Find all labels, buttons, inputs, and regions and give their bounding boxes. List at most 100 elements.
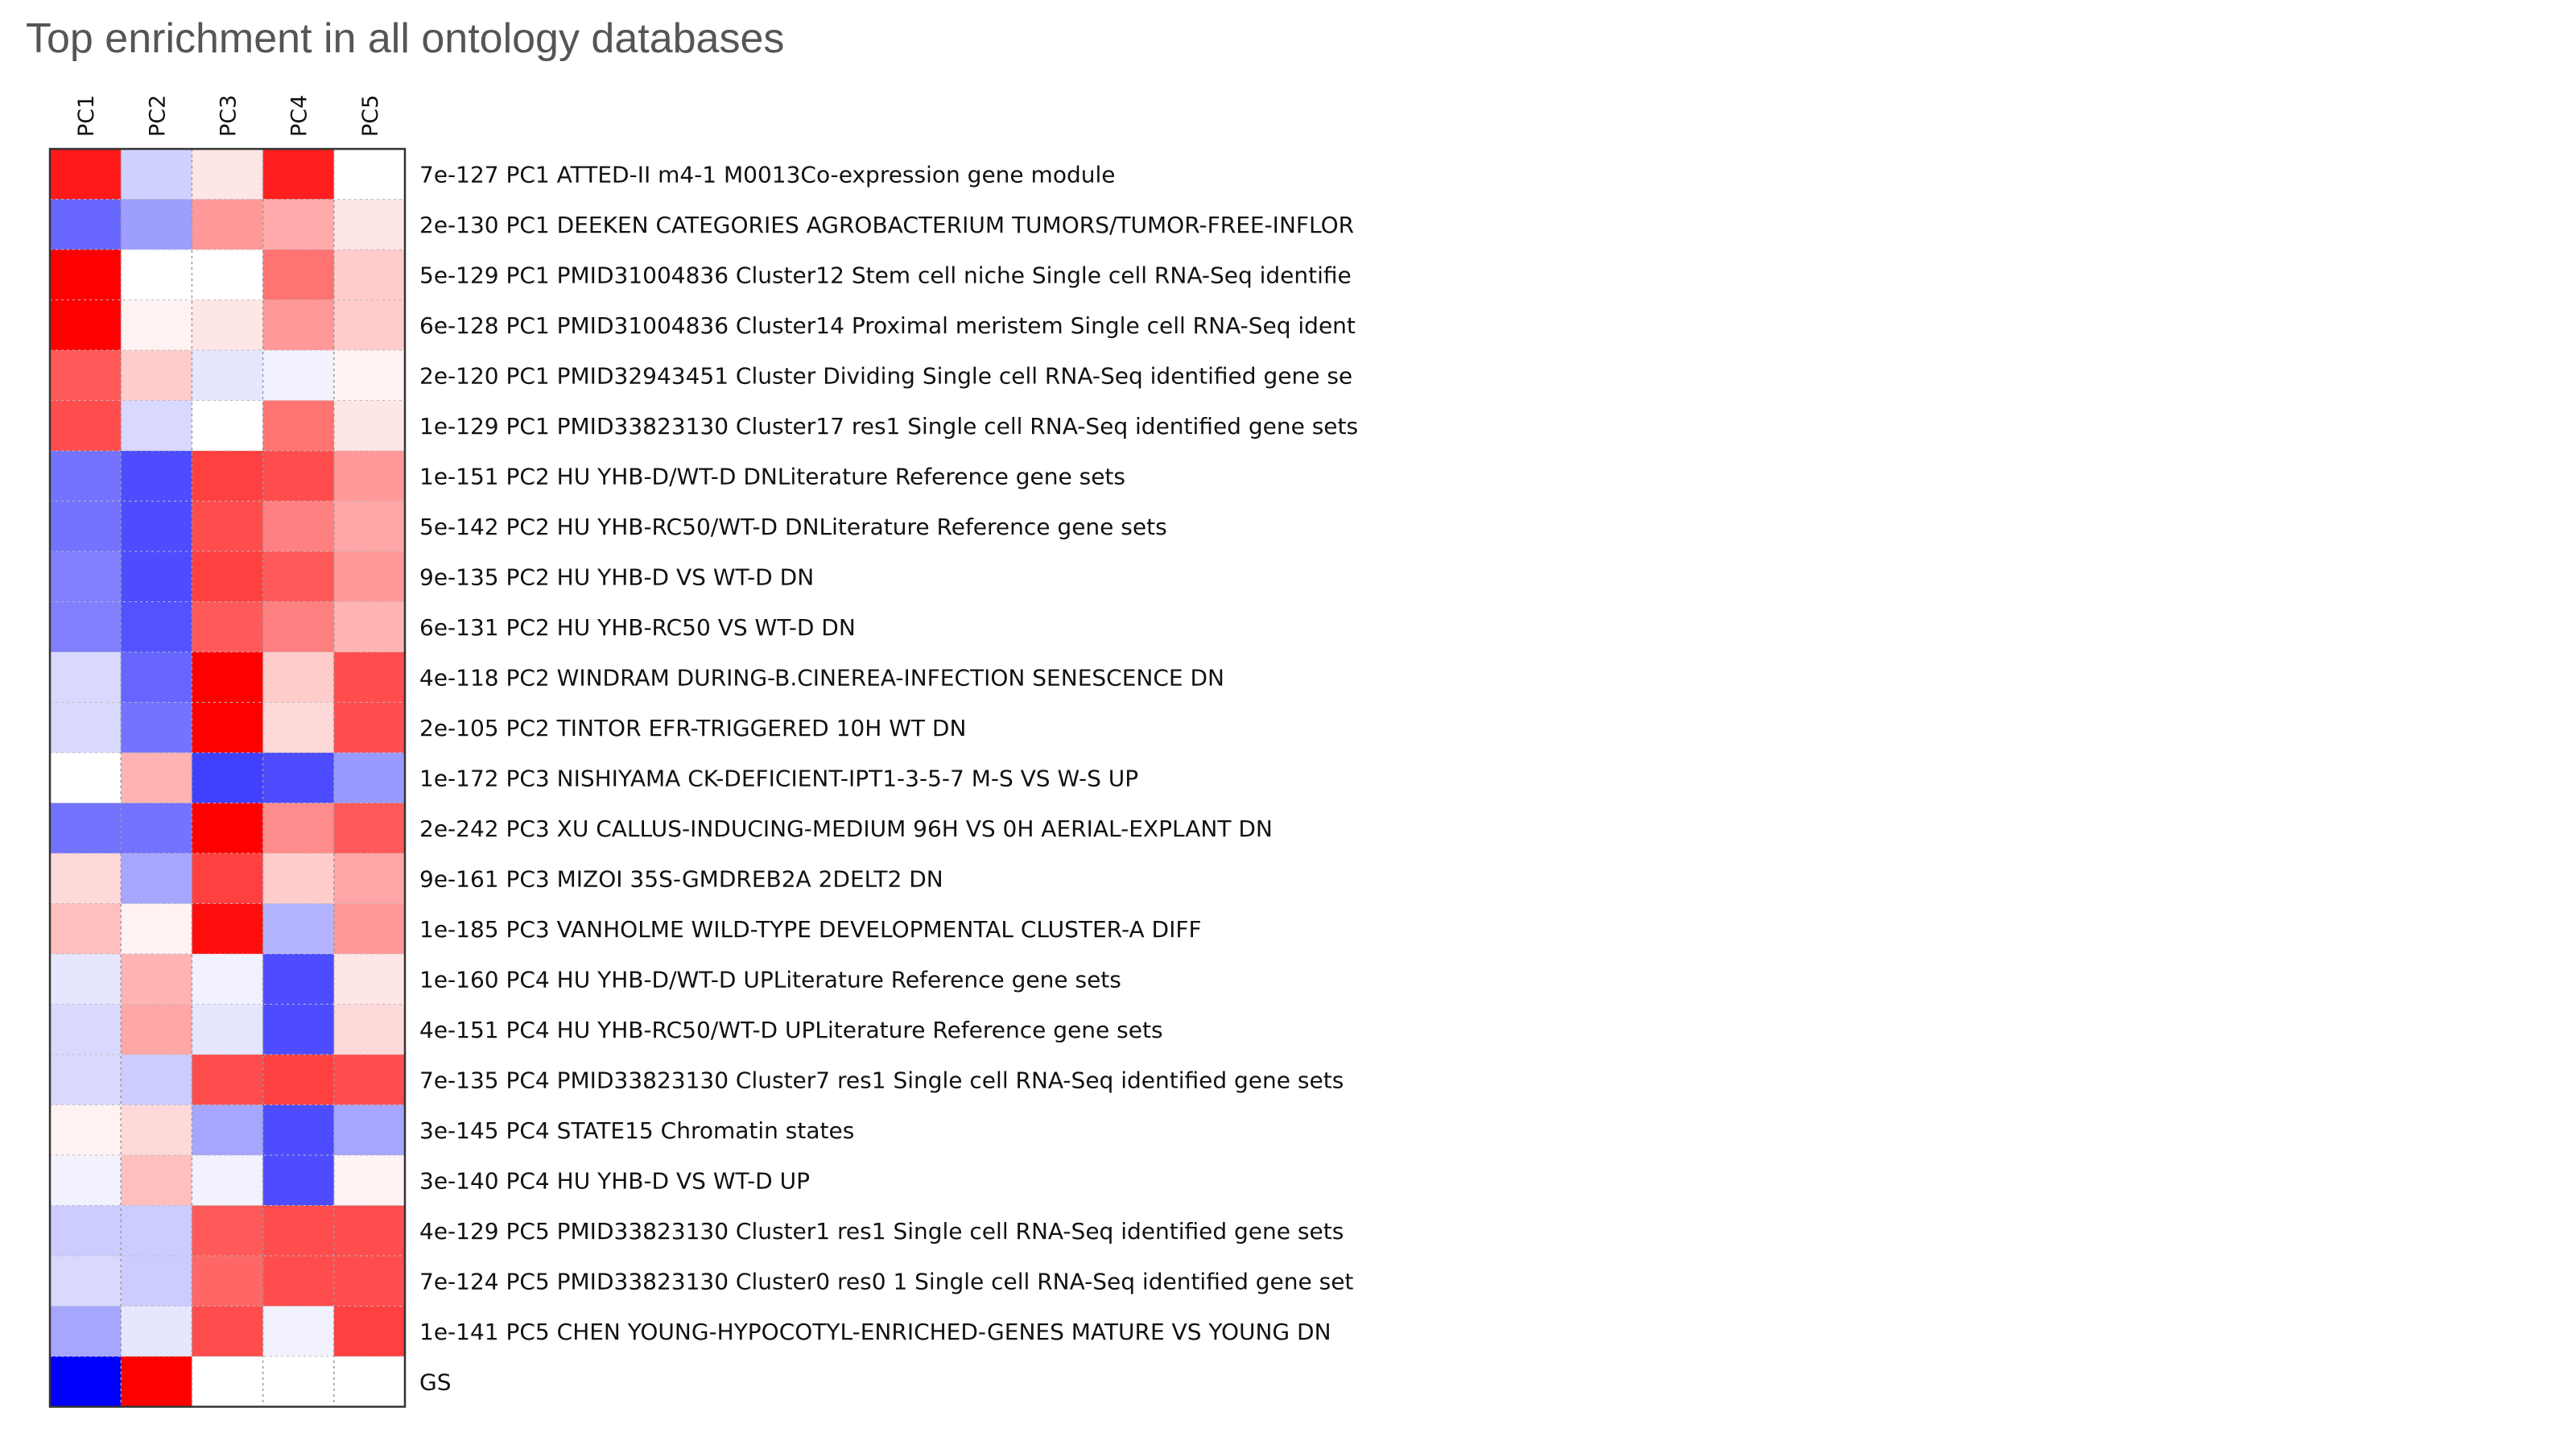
- heatmap-cell: [333, 1004, 406, 1055]
- heatmap-cell: [262, 1306, 335, 1357]
- heatmap-cell: [262, 652, 335, 703]
- row-label: 9e-161 PC3 MIZOI 35S-GMDREB2A 2DELT2 DN: [419, 865, 943, 892]
- heatmap-cell: [121, 299, 192, 351]
- row-label: 2e-105 PC2 TINTOR EFR-TRIGGERED 10H WT D…: [419, 715, 966, 741]
- heatmap-cell: [333, 299, 406, 351]
- heatmap-cell: [50, 1256, 122, 1307]
- heatmap-cell: [50, 1155, 122, 1206]
- heatmap-cell: [121, 1055, 192, 1105]
- row-label: 2e-120 PC1 PMID32943451 Cluster Dividing…: [419, 362, 1352, 389]
- heatmap-cell: [50, 1004, 122, 1055]
- heatmap-cell: [192, 551, 264, 602]
- heatmap-cell: [192, 350, 264, 401]
- heatmap-cell: [192, 199, 264, 250]
- heatmap-cell: [121, 702, 192, 753]
- heatmap-cell: [333, 350, 406, 401]
- heatmap-cell: [192, 149, 264, 200]
- heatmap-cell: [262, 451, 335, 502]
- row-label: 3e-145 PC4 STATE15 Chromatin states: [419, 1117, 854, 1144]
- heatmap-cell: [50, 803, 122, 854]
- row-label: 1e-160 PC4 HU YHB-D/WT-D UPLiterature Re…: [419, 966, 1121, 993]
- heatmap-cell: [192, 250, 264, 300]
- heatmap-cell: [262, 551, 335, 602]
- heatmap-cell: [121, 250, 192, 300]
- row-label: 5e-129 PC1 PMID31004836 Cluster12 Stem c…: [419, 262, 1352, 288]
- heatmap-cell: [121, 1155, 192, 1206]
- heatmap-cell: [262, 853, 335, 904]
- heatmap-cell: [333, 199, 406, 250]
- row-label: 2e-130 PC1 DEEKEN CATEGORIES AGROBACTERI…: [419, 212, 1354, 238]
- heatmap-cell: [262, 350, 335, 401]
- heatmap-cell: [262, 1205, 335, 1257]
- heatmap-cell: [262, 954, 335, 1005]
- heatmap-cell: [333, 1256, 406, 1307]
- heatmap-cell: [192, 400, 264, 452]
- heatmap-cell: [262, 1356, 335, 1407]
- heatmap-cell: [50, 199, 122, 250]
- heatmap-cell: [192, 501, 264, 552]
- heatmap-cells: [50, 149, 406, 1407]
- heatmap-cell: [192, 1004, 264, 1055]
- row-label: 7e-135 PC4 PMID33823130 Cluster7 res1 Si…: [419, 1067, 1344, 1093]
- heatmap-cell: [333, 551, 406, 602]
- heatmap-cell: [333, 1104, 406, 1156]
- heatmap-cell: [192, 601, 264, 653]
- heatmap-cell: [262, 501, 335, 552]
- column-label: PC5: [358, 95, 383, 137]
- heatmap-cell: [121, 350, 192, 401]
- heatmap-cell: [50, 551, 122, 602]
- heatmap-cell: [121, 853, 192, 904]
- heatmap-cell: [333, 1205, 406, 1257]
- heatmap-cell: [121, 149, 192, 200]
- heatmap-cell: [192, 1356, 264, 1407]
- heatmap-cell: [50, 1104, 122, 1156]
- column-label: PC1: [74, 95, 99, 137]
- heatmap-cell: [121, 551, 192, 602]
- heatmap-cell: [192, 753, 264, 803]
- row-label: 1e-129 PC1 PMID33823130 Cluster17 res1 S…: [419, 413, 1358, 440]
- heatmap-cell: [333, 1055, 406, 1105]
- heatmap-cell: [192, 1306, 264, 1357]
- heatmap-cell: [262, 400, 335, 452]
- heatmap-cell: [333, 1306, 406, 1357]
- heatmap-cell: [333, 954, 406, 1005]
- heatmap-cell: [50, 601, 122, 653]
- heatmap-cell: [121, 1104, 192, 1156]
- heatmap-cell: [50, 1055, 122, 1105]
- row-label: 1e-185 PC3 VANHOLME WILD-TYPE DEVELOPMEN…: [419, 916, 1202, 943]
- row-label: 5e-142 PC2 HU YHB-RC50/WT-D DNLiterature…: [419, 514, 1167, 540]
- heatmap-cell: [50, 400, 122, 452]
- heatmap-cell: [50, 501, 122, 552]
- heatmap-cell: [333, 451, 406, 502]
- heatmap-cell: [262, 149, 335, 200]
- heatmap-cell: [50, 451, 122, 502]
- heatmap-cell: [262, 601, 335, 653]
- column-label: PC3: [217, 95, 242, 137]
- heatmap-cell: [262, 1256, 335, 1307]
- heatmap-cell: [333, 903, 406, 955]
- heatmap-cell: [333, 601, 406, 653]
- heatmap-cell: [121, 501, 192, 552]
- heatmap-cell: [121, 753, 192, 803]
- row-label: 3e-140 PC4 HU YHB-D VS WT-D UP: [419, 1167, 810, 1194]
- heatmap-cell: [121, 954, 192, 1005]
- heatmap-cell: [262, 1104, 335, 1156]
- heatmap-cell: [333, 250, 406, 300]
- heatmap-cell: [333, 853, 406, 904]
- heatmap-cell: [121, 451, 192, 502]
- heatmap-cell: [50, 753, 122, 803]
- heatmap-cell: [121, 1256, 192, 1307]
- heatmap-cell: [50, 1356, 122, 1407]
- heatmap-cell: [333, 803, 406, 854]
- heatmap-cell: [192, 954, 264, 1005]
- row-label: 7e-124 PC5 PMID33823130 Cluster0 res0 1 …: [419, 1268, 1353, 1294]
- heatmap-cell: [121, 199, 192, 250]
- heatmap-cell: [121, 1004, 192, 1055]
- heatmap-cell: [333, 501, 406, 552]
- heatmap-cell: [262, 753, 335, 803]
- row-label: 1e-141 PC5 CHEN YOUNG-HYPOCOTYL-ENRICHED…: [419, 1319, 1331, 1345]
- heatmap-cell: [333, 652, 406, 703]
- heatmap-cell: [50, 350, 122, 401]
- heatmap-cell: [121, 652, 192, 703]
- row-label: 1e-172 PC3 NISHIYAMA CK-DEFICIENT-IPT1-3…: [419, 765, 1138, 791]
